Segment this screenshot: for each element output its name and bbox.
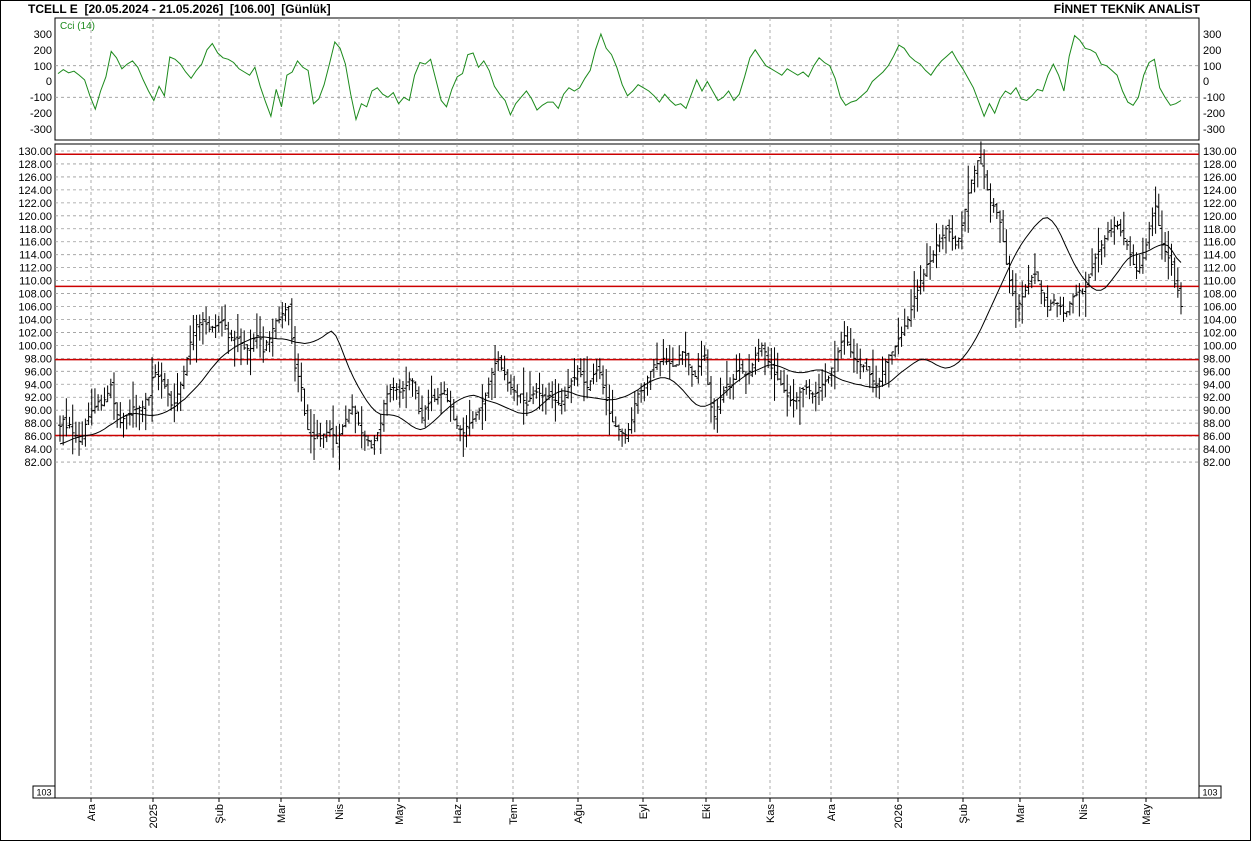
cci-axis-tick-label-right: 0 — [1203, 76, 1209, 88]
price-axis-tick-label-right: 82.00 — [1203, 457, 1231, 469]
x-axis-tick-label: Şub — [214, 804, 226, 824]
price-axis-tick-label-right: 86.00 — [1203, 431, 1231, 443]
price-axis-tick-label-left: 126.00 — [18, 172, 52, 184]
price-axis-tick-label-right: 104.00 — [1203, 314, 1237, 326]
x-axis-tick-label: Eyl — [638, 804, 650, 819]
cci-axis-tick-label-right: -200 — [1203, 108, 1225, 120]
price-axis-tick-label-right: 122.00 — [1203, 198, 1237, 210]
cci-axis-tick-label-left: -300 — [30, 124, 52, 136]
x-axis-tick-label: Ara — [86, 803, 98, 821]
price-axis-tick-label-left: 88.00 — [24, 418, 52, 430]
price-axis-tick-label-left: 130.00 — [18, 146, 52, 158]
price-axis-tick-label-right: 110.00 — [1203, 276, 1236, 288]
price-axis-tick-label-right: 106.00 — [1203, 302, 1237, 314]
stock-chart: 300 300 200 200 100 100 0 0 -100 -100 -200 -200 -300… — [0, 0, 1251, 841]
price-axis-tick-label-right: 116.00 — [1203, 237, 1236, 249]
price-axis-tick-label-left: 90.00 — [24, 405, 52, 417]
price-axis-tick-label-left: 122.00 — [18, 198, 52, 210]
x-axis-tick-label: Mar — [1015, 804, 1027, 823]
price-axis-tick-label-right: 92.00 — [1203, 392, 1231, 404]
price-axis-tick-label-left: 128.00 — [18, 159, 52, 171]
price-axis-tick-label-right: 94.00 — [1203, 379, 1231, 391]
price-axis-tick-label-left: 108.00 — [18, 289, 52, 301]
cci-axis-tick-label-right: -100 — [1203, 92, 1225, 104]
cci-axis-tick-label-right: 200 — [1203, 45, 1221, 57]
x-axis-tick-label: Ağu — [573, 804, 585, 824]
price-axis-tick-label-left: 92.00 — [24, 392, 52, 404]
cci-axis-tick-label-left: 100 — [34, 61, 52, 73]
x-axis-tick-label: Şub — [958, 804, 970, 824]
cci-axis-tick-label-left: 200 — [34, 45, 52, 57]
cci-axis-tick-label-left: -100 — [30, 92, 52, 104]
price-axis-tick-label-left: 82.00 — [24, 457, 52, 469]
price-axis-tick-label-right: 102.00 — [1203, 327, 1237, 339]
x-axis-tick-label: Nis — [1078, 804, 1090, 820]
cci-indicator-label: Cci (14) — [60, 21, 95, 32]
price-axis-tick-label-left: 100.00 — [18, 340, 52, 352]
cci-axis-tick-label-right: 100 — [1203, 61, 1221, 73]
x-axis-tick-label: Haz — [452, 804, 464, 824]
price-axis-tick-label-right: 114.00 — [1203, 250, 1236, 262]
x-axis-tick-label: Ara — [826, 803, 838, 821]
price-axis-tick-label-left: 118.00 — [19, 224, 52, 236]
unit-label-left: 103 — [36, 788, 51, 798]
x-axis-tick-label: May — [1141, 804, 1153, 825]
x-axis-tick-label: Nis — [334, 804, 346, 820]
x-axis-tick-label: Tem — [508, 804, 520, 825]
price-axis-tick-label-right: 108.00 — [1203, 289, 1237, 301]
cci-axis-tick-label-right: -300 — [1203, 124, 1225, 136]
price-axis-tick-label-right: 100.00 — [1203, 340, 1237, 352]
price-axis-tick-label-right: 112.00 — [1203, 263, 1236, 275]
price-axis-tick-label-right: 126.00 — [1203, 172, 1237, 184]
price-axis-tick-label-right: 84.00 — [1203, 444, 1231, 456]
price-axis-tick-label-left: 86.00 — [24, 431, 52, 443]
price-axis-tick-label-right: 96.00 — [1203, 366, 1231, 378]
price-axis-tick-label-left: 106.00 — [18, 302, 52, 314]
cci-axis-tick-label-left: 300 — [34, 29, 52, 41]
unit-label-right: 103 — [1202, 788, 1217, 798]
price-axis-tick-label-right: 124.00 — [1203, 185, 1237, 197]
cci-panel — [54, 17, 1200, 141]
price-axis-tick-label-right: 118.00 — [1203, 224, 1236, 236]
price-axis-tick-label-right: 88.00 — [1203, 418, 1231, 430]
x-axis-tick-label: 2025 — [148, 804, 160, 828]
cci-axis-tick-label-left: -200 — [30, 108, 52, 120]
x-axis-tick-label: May — [394, 804, 406, 825]
price-axis-tick-label-left: 114.00 — [19, 250, 52, 262]
price-axis-tick-label-left: 116.00 — [19, 237, 52, 249]
price-axis-tick-label-left: 112.00 — [19, 263, 52, 275]
x-axis-tick-label: Eki — [701, 804, 713, 819]
price-axis-tick-label-left: 84.00 — [24, 444, 52, 456]
price-axis-tick-label-left: 102.00 — [18, 327, 52, 339]
price-axis-tick-label-left: 94.00 — [24, 379, 52, 391]
price-axis-tick-label-right: 90.00 — [1203, 405, 1231, 417]
price-axis-tick-label-right: 120.00 — [1203, 211, 1237, 223]
price-axis-tick-label-left: 104.00 — [18, 314, 52, 326]
cci-axis-tick-label-right: 300 — [1203, 29, 1221, 41]
x-axis-tick-label: Mar — [276, 804, 288, 823]
price-axis-tick-label-left: 120.00 — [18, 211, 52, 223]
price-axis-tick-label-right: 98.00 — [1203, 353, 1231, 365]
price-axis-tick-label-right: 130.00 — [1203, 146, 1237, 158]
price-axis-tick-label-left: 96.00 — [24, 366, 52, 378]
price-axis-tick-label-right: 128.00 — [1203, 159, 1237, 171]
price-axis-tick-label-left: 124.00 — [18, 185, 52, 197]
x-axis-tick-label: 2026 — [893, 804, 905, 828]
x-axis-tick-label: Kas — [765, 804, 777, 823]
price-axis-tick-label-left: 98.00 — [24, 353, 52, 365]
cci-axis-tick-label-left: 0 — [46, 76, 52, 88]
price-axis-tick-label-left: 110.00 — [19, 276, 52, 288]
